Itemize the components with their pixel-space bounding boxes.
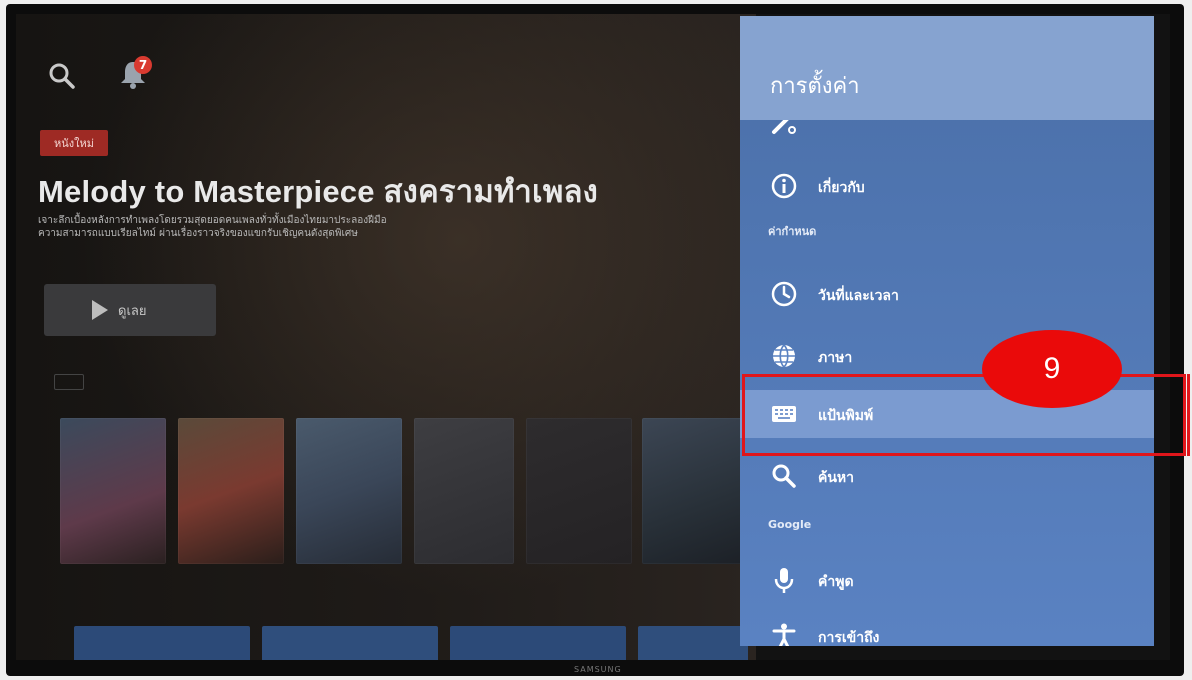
settings-item-label: ค้นหา [818, 470, 855, 486]
globe-icon [770, 342, 798, 370]
tools-icon [770, 120, 798, 136]
settings-item-accessibility[interactable]: การเข้าถึง [740, 614, 1154, 646]
watch-now-label: ดูเลย [118, 303, 147, 319]
callout-step-number: 9 [982, 330, 1122, 408]
bottom-tile[interactable] [74, 626, 250, 660]
poster-tile[interactable] [178, 418, 284, 564]
settings-panel: การตั้งค่า เกี่ยวกับ ค่ากำหนด วันที่และเ… [740, 16, 1154, 646]
settings-item-speech[interactable]: คำพูด [740, 558, 1154, 602]
notification-count-badge: 7 [134, 56, 152, 74]
watch-now-button[interactable]: ดูเลย [44, 284, 216, 336]
poster-tile[interactable] [296, 418, 402, 564]
section-heading-google: Google [768, 518, 812, 531]
settings-item-about[interactable]: เกี่ยวกับ [740, 164, 1154, 208]
poster-tile[interactable] [526, 418, 632, 564]
settings-item-date-time[interactable]: วันที่และเวลา [740, 272, 1154, 316]
settings-item-label: วันที่และเวลา [818, 288, 899, 304]
accessibility-icon [770, 622, 798, 646]
settings-item-search[interactable]: ค้นหา [740, 454, 1154, 498]
search-icon[interactable] [48, 62, 76, 94]
settings-item-partial[interactable] [740, 120, 1154, 140]
hero-title: Melody to Masterpiece สงครามทำเพลง [38, 174, 598, 209]
settings-item-label: แป้นพิมพ์ [818, 408, 874, 424]
info-icon [770, 172, 798, 200]
poster-tile[interactable] [414, 418, 514, 564]
play-icon [92, 300, 108, 320]
bottom-tile[interactable] [262, 626, 438, 660]
clock-icon [770, 280, 798, 308]
settings-title: การตั้งค่า [770, 73, 860, 98]
bottom-tile[interactable] [450, 626, 626, 660]
hero-description: เจาะลึกเบื้องหลังการทำเพลงโดยรวมสุดยอดคน… [38, 214, 598, 240]
poster-tile[interactable] [642, 418, 748, 564]
bottom-tile[interactable] [638, 626, 748, 660]
hero-description-line: เจาะลึกเบื้องหลังการทำเพลงโดยรวมสุดยอดคน… [38, 215, 387, 226]
settings-item-label: ภาษา [818, 350, 853, 366]
row-heading-placeholder [54, 374, 84, 390]
new-movie-badge: หนังใหม่ [40, 130, 109, 156]
settings-item-label: การเข้าถึง [818, 630, 880, 646]
settings-header: การตั้งค่า [740, 16, 1154, 120]
callout-connector-line [1187, 374, 1190, 456]
keyboard-icon [770, 400, 798, 428]
settings-item-label: คำพูด [818, 574, 854, 590]
section-heading-preferences: ค่ากำหนด [768, 225, 817, 238]
settings-item-label: เกี่ยวกับ [818, 180, 865, 196]
microphone-icon [770, 566, 798, 594]
tv-brand-logo: SAMSUNG [574, 665, 622, 674]
notifications-button[interactable]: 7 [118, 56, 154, 94]
search-icon [770, 462, 798, 490]
hero-description-line: ความสามารถแบบเรียลไทม์ ผ่านเรื่องราวจริง… [38, 228, 358, 239]
poster-tile[interactable] [60, 418, 166, 564]
